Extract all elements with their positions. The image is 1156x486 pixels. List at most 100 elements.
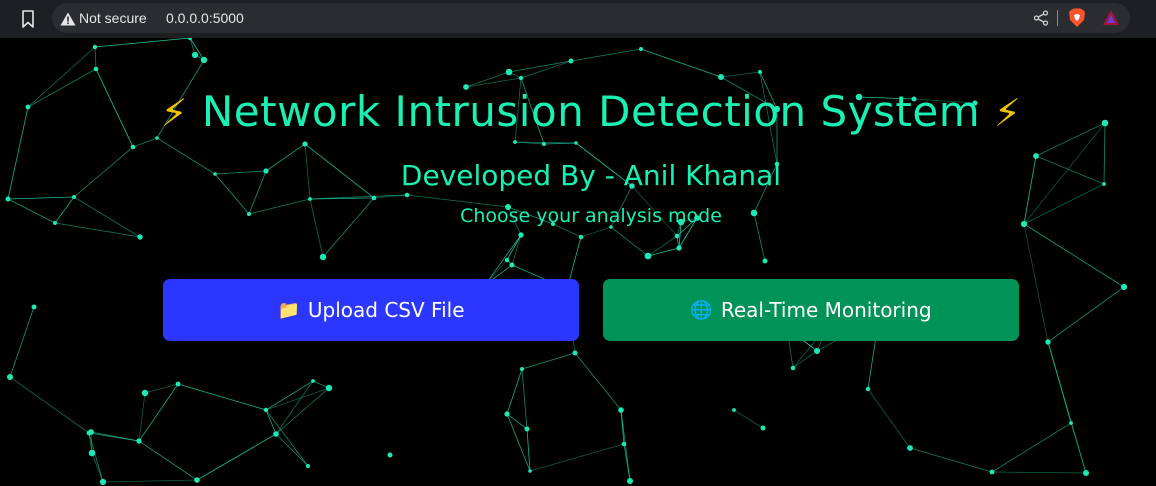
network-edge: [1023, 223, 1125, 288]
network-node: [200, 56, 208, 64]
network-edge: [909, 447, 993, 473]
network-edge: [574, 352, 622, 411]
network-node: [72, 195, 76, 199]
network-edge: [647, 247, 680, 257]
network-node: [308, 197, 312, 201]
network-node: [325, 384, 333, 392]
mode-prompt: Choose your analysis mode: [460, 205, 722, 227]
network-node: [175, 381, 181, 387]
realtime-monitoring-button[interactable]: 🌐 Real-Time Monitoring: [603, 279, 1019, 341]
network-edge: [733, 409, 764, 429]
network-node: [505, 68, 513, 76]
network-node: [518, 75, 524, 81]
network-edge: [177, 383, 267, 411]
network-node: [676, 245, 682, 251]
network-node: [387, 452, 393, 458]
network-node: [627, 478, 633, 484]
network-node: [88, 449, 96, 457]
network-edge: [309, 197, 375, 200]
network-edge: [529, 443, 625, 472]
upload-csv-label: Upload CSV File: [307, 298, 465, 322]
network-node: [907, 445, 913, 451]
network-edge: [465, 77, 522, 88]
network-node: [513, 140, 517, 144]
network-edge: [265, 380, 314, 411]
network-edge: [9, 376, 90, 434]
network-node: [528, 469, 532, 473]
network-node: [790, 365, 796, 371]
network-node: [509, 262, 515, 268]
security-status[interactable]: Not secure: [79, 9, 147, 27]
network-node: [263, 407, 269, 413]
network-node: [618, 407, 624, 413]
network-node: [7, 374, 13, 380]
network-edge: [580, 226, 612, 238]
network-node: [1120, 283, 1128, 291]
network-node: [1033, 153, 1039, 159]
network-edge: [647, 235, 678, 257]
globe-icon: 🌐: [690, 299, 713, 321]
network-node: [989, 469, 995, 475]
developer-credit: Developed By - Anil Khanal: [400, 159, 782, 192]
address-bar[interactable]: Not secure 0.0.0.0:5000: [52, 3, 1130, 33]
network-node: [542, 142, 546, 146]
network-node: [371, 195, 377, 201]
network-edge: [465, 71, 510, 88]
brave-rewards-icon[interactable]: [1102, 9, 1120, 27]
network-edge: [102, 479, 198, 483]
network-node: [137, 234, 143, 240]
network-edge: [132, 137, 158, 148]
network-node: [86, 430, 92, 436]
network-edge: [1023, 223, 1049, 343]
network-edge: [94, 38, 191, 48]
page-content: ⚡ Network Intrusion Detection System ⚡ D…: [0, 38, 1156, 486]
network-edge: [610, 226, 649, 257]
network-node: [1069, 421, 1073, 425]
network-node: [141, 389, 149, 397]
network-node: [191, 51, 199, 59]
network-edge: [1047, 286, 1125, 343]
network-node: [865, 386, 871, 392]
network-node: [302, 141, 308, 147]
folder-icon: 📁: [277, 299, 300, 321]
bookmark-icon[interactable]: [18, 9, 38, 29]
realtime-monitoring-label: Real-Time Monitoring: [720, 298, 932, 322]
network-edge: [991, 422, 1072, 473]
network-edge: [640, 48, 722, 78]
network-node: [93, 66, 99, 72]
network-node: [518, 232, 524, 238]
lightning-bolt-icon: ⚡: [160, 91, 188, 135]
network-edge: [9, 306, 35, 378]
brave-shield-icon[interactable]: [1068, 8, 1086, 28]
network-node: [524, 426, 530, 432]
network-node: [155, 136, 159, 140]
network-node: [99, 478, 107, 486]
network-node: [92, 44, 98, 50]
network-edge: [570, 48, 642, 62]
network-edge: [484, 234, 522, 286]
network-node: [762, 258, 768, 264]
network-edge: [720, 71, 761, 78]
network-edge: [506, 368, 523, 415]
network-node: [644, 252, 652, 260]
network-node: [578, 234, 584, 240]
warning-icon[interactable]: [60, 11, 76, 26]
title-text: Network Intrusion Detection System: [201, 87, 981, 136]
network-edge: [275, 380, 314, 435]
upload-csv-button[interactable]: 📁 Upload CSV File: [163, 279, 579, 341]
lightning-bolt-icon: ⚡: [994, 91, 1022, 135]
network-edge: [275, 387, 330, 435]
network-node: [520, 367, 524, 371]
network-node: [757, 69, 763, 75]
share-icon[interactable]: [1032, 9, 1050, 27]
page-title: ⚡ Network Intrusion Detection System ⚡: [0, 87, 1156, 136]
network-node: [1045, 339, 1051, 345]
network-edge: [7, 196, 75, 200]
network-node: [504, 257, 510, 263]
url-text[interactable]: 0.0.0.0:5000: [166, 9, 244, 27]
network-edge: [521, 368, 528, 430]
network-node: [136, 438, 142, 444]
network-node: [319, 253, 327, 261]
network-node: [760, 425, 766, 431]
network-node: [1083, 470, 1089, 476]
